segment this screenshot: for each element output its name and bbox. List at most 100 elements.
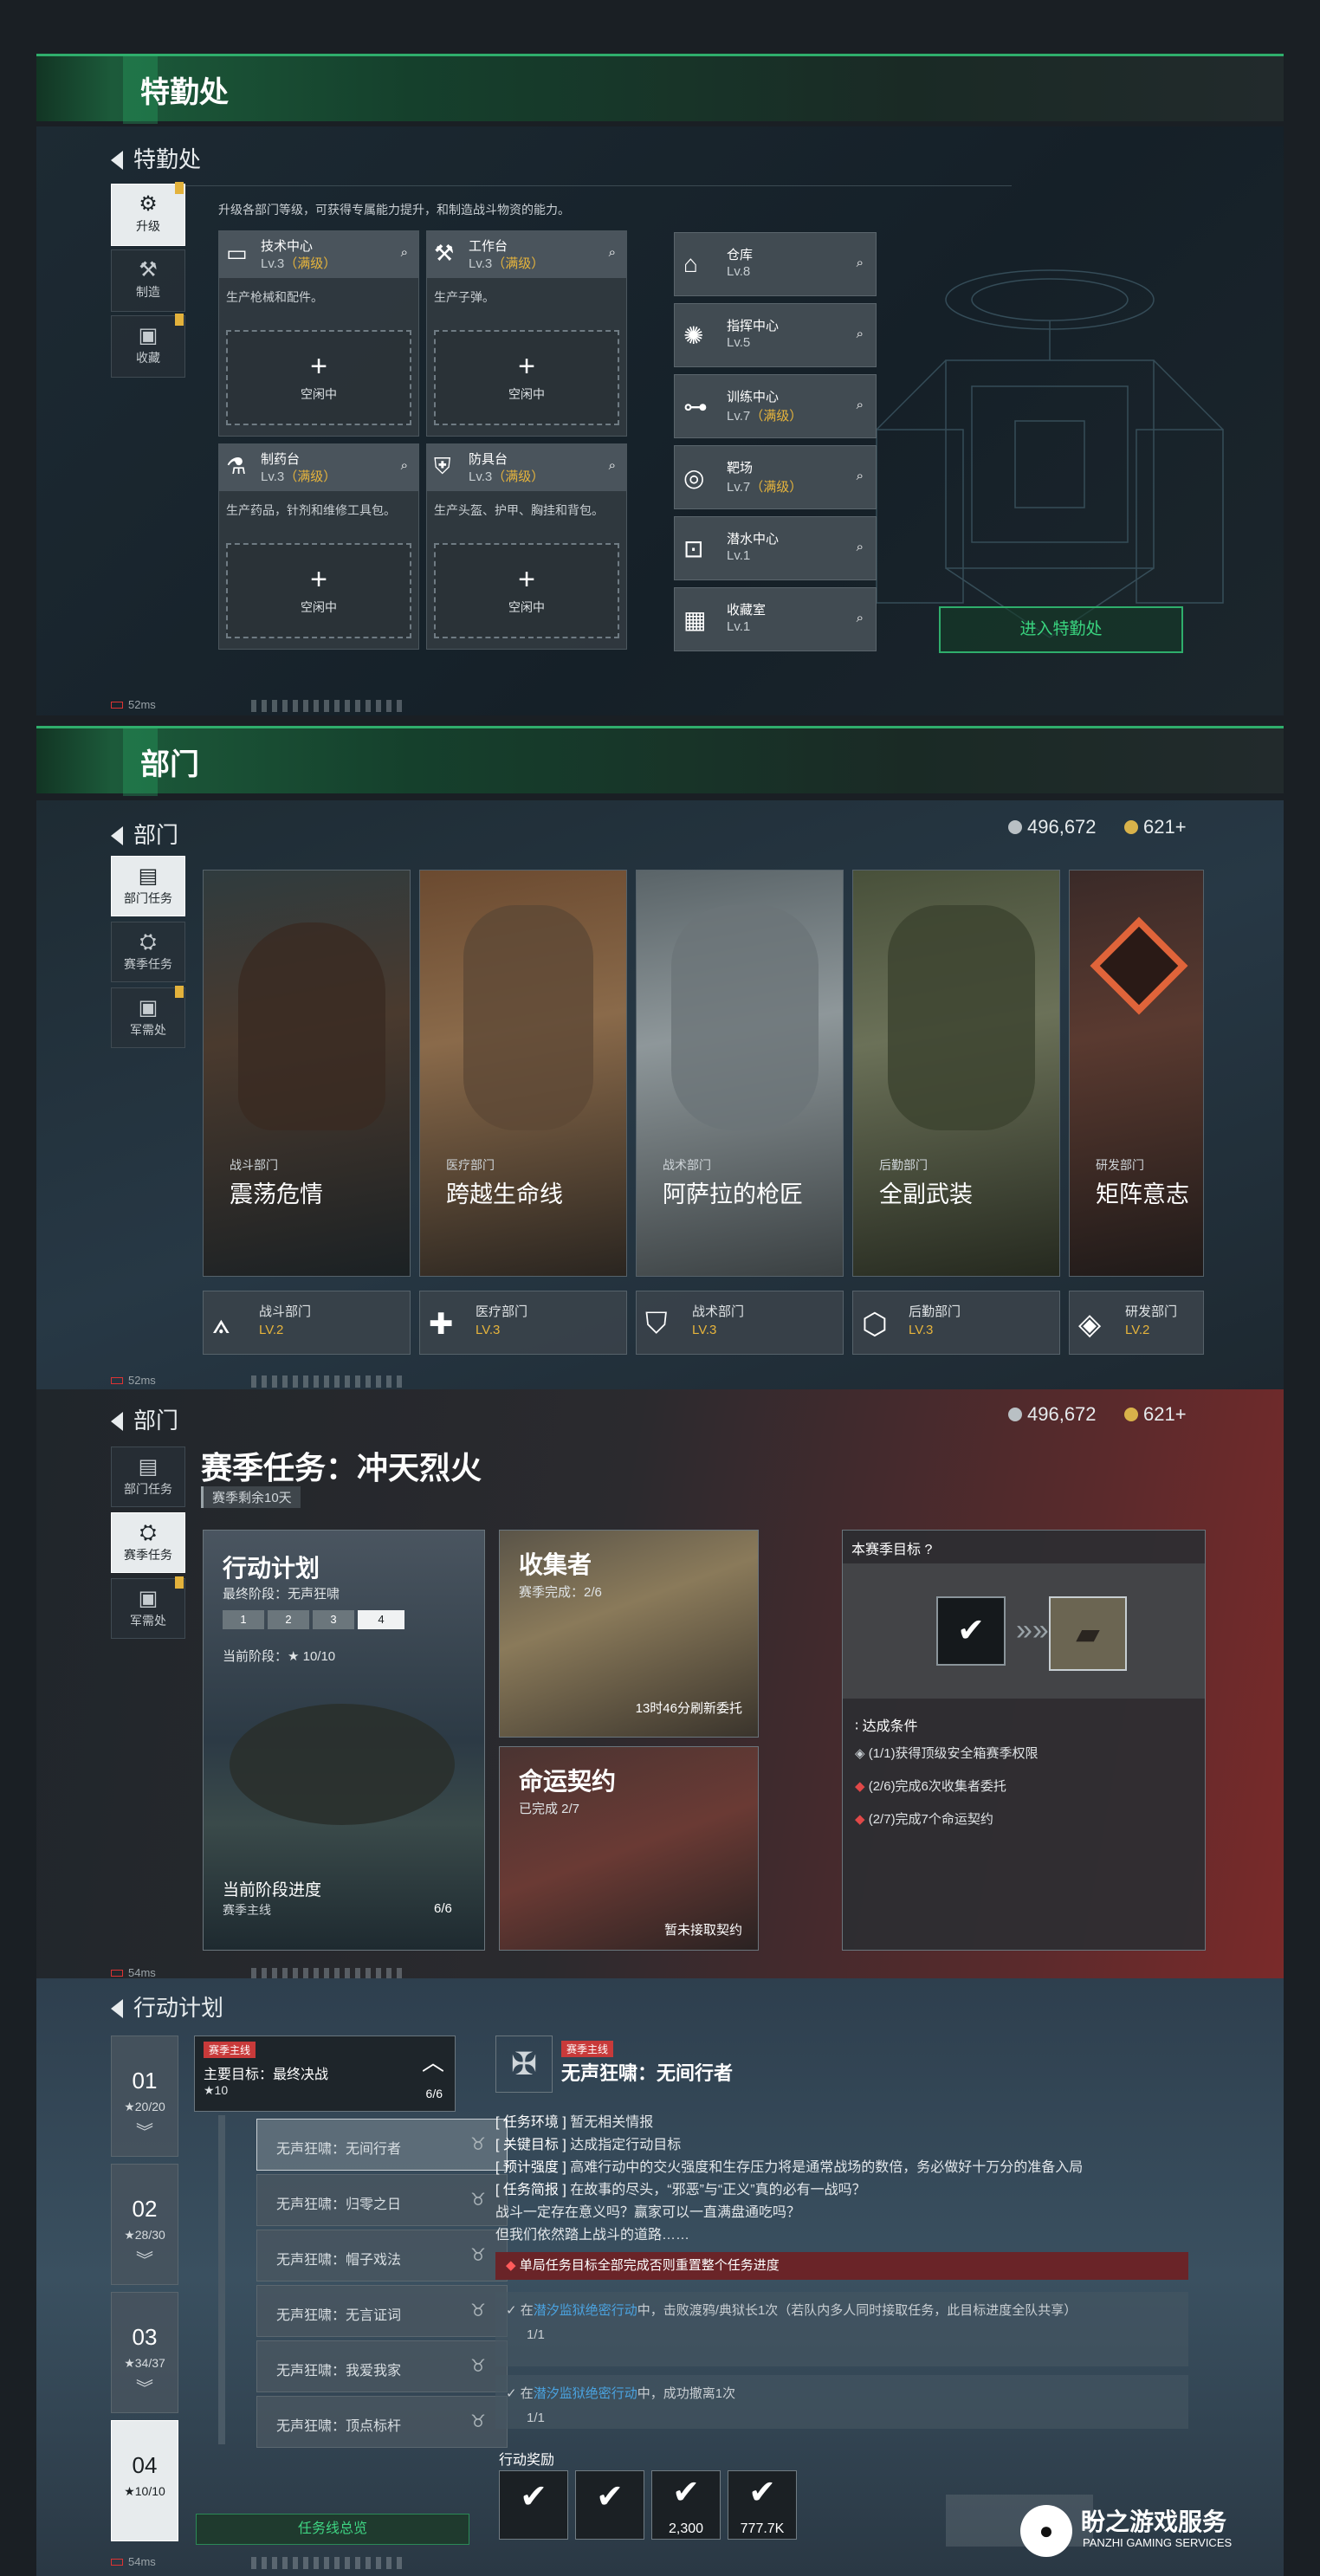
dept-tag-research[interactable]: ◈ 研发部门 LV.2 [1069,1291,1204,1355]
side-tab-dept-missions[interactable]: ▤ 部门任务 [111,856,185,916]
ping-indicator: 54ms [111,2555,156,2568]
dept-tag-combat[interactable]: ⟑ 战斗部门 LV.2 [203,1291,411,1355]
search-icon[interactable]: ⌕ [857,256,864,270]
ping-value: 52ms [128,1374,156,1387]
search-icon[interactable]: ⌕ [609,245,616,260]
mission-row[interactable]: 无声狂啸：我爱我家 ♉ [256,2340,508,2392]
goal-condition: ◈ (1/1)获得顶级安全箱赛季权限 [855,1744,1039,1762]
mission-row[interactable]: 无声狂啸：帽子戏法 ♉ [256,2230,508,2282]
back-button[interactable]: 部门 [111,1403,178,1435]
facility-card-pharmacy[interactable]: ⚗ 制药台 Lv.3（满级） ⌕ 生产药品，针剂和维修工具包。 + 空闲中 [218,443,419,650]
operation-plan-card[interactable]: 行动计划 最终阶段：无声狂啸 1 2 3 4 当前阶段：★ 10/10 当前阶段… [203,1530,485,1951]
dept-tag-medical[interactable]: ✚ 医疗部门 LV.3 [419,1291,627,1355]
dept-mission-name: 全副武装 [879,1181,973,1207]
max-level-tag: （满级） [284,256,337,271]
condition-text: (2/6)完成6次收集者委托 [868,1779,1006,1794]
facility-card-tech[interactable]: ▭ 技术中心 Lv.3（满级） ⌕ 生产枪械和配件。 + 空闲中 [218,230,419,437]
search-icon[interactable]: ⌕ [401,245,408,260]
search-icon[interactable]: ⌕ [857,469,864,483]
facility-level: Lv.3 [469,256,493,271]
help-icon[interactable]: ? [924,1543,932,1557]
side-tab-season-missions[interactable]: ⛭ 赛季任务 [111,922,185,982]
chevron-up-icon[interactable]: ︿ [422,2045,444,2077]
dept-card-medical[interactable]: 医疗部门 跨越生命线 [419,870,627,1277]
facility-training[interactable]: ⊶ 训练中心 Lv.7（满级） ⌕ [674,374,877,438]
notice-flag [175,182,184,194]
dept-card-combat[interactable]: 战斗部门 震荡危情 [203,870,411,1277]
search-icon[interactable]: ⌕ [857,398,864,412]
check-icon: ✓ [506,2303,517,2318]
back-button[interactable]: 部门 [111,818,178,850]
side-tab-craft[interactable]: ⚒ 制造 [111,249,185,312]
dept-category: 战术部门 [663,1158,711,1172]
ping-indicator: 52ms [111,1374,156,1387]
main-objective-header[interactable]: 赛季主线 主要目标：最终决战 ★10 ︿ 6/6 [194,2036,456,2112]
stage-tab-03[interactable]: 03 ★34/37 ︾ [111,2292,178,2413]
blurred-id [251,1375,407,1388]
facility-range[interactable]: ◎ 靶场 Lv.7（满级） ⌕ [674,445,877,509]
side-tab-season-missions[interactable]: ⛭ 赛季任务 [111,1512,185,1573]
mission-name: 无声狂啸：顶点标杆 [276,2419,402,2434]
dept-tag-tactical[interactable]: ⛉ 战术部门 LV.3 [636,1291,844,1355]
search-icon[interactable]: ⌕ [857,327,864,341]
fate-contract-card[interactable]: 命运契约 已完成 2/7 暂未接取契约 [499,1746,759,1951]
mission-name: 无声狂啸：我爱我家 [276,2364,402,2379]
dept-card-research[interactable]: 研发部门 矩阵意志 [1069,870,1204,1277]
mission-row[interactable]: 无声狂啸：归零之日 ♉ [256,2174,508,2226]
facility-card-workbench[interactable]: ⚒ 工作台 Lv.3（满级） ⌕ 生产子弹。 + 空闲中 [426,230,627,437]
obj-text: 在 [520,2303,534,2318]
production-slot[interactable]: + 空闲中 [434,543,619,638]
reward-item[interactable]: ✔ 777.7K [728,2470,797,2540]
tab-label: 军需处 [130,1023,166,1037]
back-button[interactable]: 特勤处 [111,142,201,174]
gold-currency: 621+ [1124,1403,1187,1426]
plus-icon: + [518,350,535,383]
logistics-icon: ⬡ [862,1308,888,1341]
facility-command[interactable]: ✺ 指挥中心 Lv.5 ⌕ [674,303,877,367]
search-icon[interactable]: ⌕ [609,458,616,473]
mission-row-active[interactable]: 无声狂啸：无间行者 ♉ [256,2119,508,2171]
facility-diving[interactable]: ⊡ 潜水中心 Lv.1 ⌕ [674,516,877,580]
enter-special-ops-button[interactable]: 进入特勤处 [939,606,1183,653]
mission-row[interactable]: 无声狂啸：无言证词 ♉ [256,2285,508,2337]
detail-line: [ 预计强度 ] 高难行动中的交火强度和生存压力将是通常战场的数倍，务必做好十万… [495,2155,1083,2176]
production-slot[interactable]: + 空闲中 [434,330,619,425]
slot-status: 空闲中 [508,600,545,614]
production-slot[interactable]: + 空闲中 [226,330,411,425]
mainline-tag: 赛季主线 [204,2042,256,2058]
search-icon[interactable]: ⌕ [401,458,408,473]
facility-collection[interactable]: ▦ 收藏室 Lv.1 ⌕ [674,587,877,651]
stage-tab-02[interactable]: 02 ★28/30 ︾ [111,2164,178,2285]
facility-storage[interactable]: ⌂ 仓库 Lv.8 ⌕ [674,232,877,296]
dept-card-tactical[interactable]: 战术部门 阿萨拉的枪匠 [636,870,844,1277]
mission-row[interactable]: 无声狂啸：顶点标杆 ♉ [256,2396,508,2448]
production-slot[interactable]: + 空闲中 [226,543,411,638]
dept-tag-logistics[interactable]: ⬡ 后勤部门 LV.3 [852,1291,1060,1355]
silver-coin-icon [1008,820,1022,834]
dept-category: 医疗部门 [446,1158,495,1172]
season-remaining: 赛季剩余10天 [201,1486,301,1508]
collector-card[interactable]: 收集者 赛季完成：2/6 13时46分刷新委托 [499,1530,759,1738]
notice-flag [175,986,184,998]
search-icon[interactable]: ⌕ [857,611,864,625]
check-icon: ✔ [520,2479,547,2515]
back-button[interactable]: 行动计划 [111,1990,223,2023]
reward-item[interactable]: ✔ [575,2470,644,2540]
stage-stars: ★20/20 [124,2100,165,2113]
search-icon[interactable]: ⌕ [857,540,864,554]
reward-item[interactable]: ✔ 2,300 [651,2470,721,2540]
stage-tab-04[interactable]: 04 ★10/10 [111,2420,178,2541]
stage-tab-01[interactable]: 01 ★20/20 ︾ [111,2036,178,2157]
detail-line: [ 关键目标 ] 达成指定行动目标 [495,2133,681,2153]
side-tab-dept-missions[interactable]: ▤ 部门任务 [111,1447,185,1507]
gold-coin-icon [1124,820,1138,834]
silver-currency: 496,672 [1008,1403,1097,1426]
reward-item[interactable]: ✔ [499,2470,568,2540]
storyline-overview-button[interactable]: 任务线总览 [196,2514,469,2545]
watermark-subtitle: PANZHI GAMING SERVICES [1083,2536,1233,2549]
combat-icon: ⟑ [212,1307,230,1340]
dept-card-logistics[interactable]: 后勤部门 全副武装 [852,870,1060,1277]
arrows-icon: »» [1016,1614,1049,1647]
facility-card-armor[interactable]: ⛨ 防具台 Lv.3（满级） ⌕ 生产头盔、护甲、胸挂和背包。 + 空闲中 [426,443,627,650]
card-title: 收集者 [519,1551,592,1578]
